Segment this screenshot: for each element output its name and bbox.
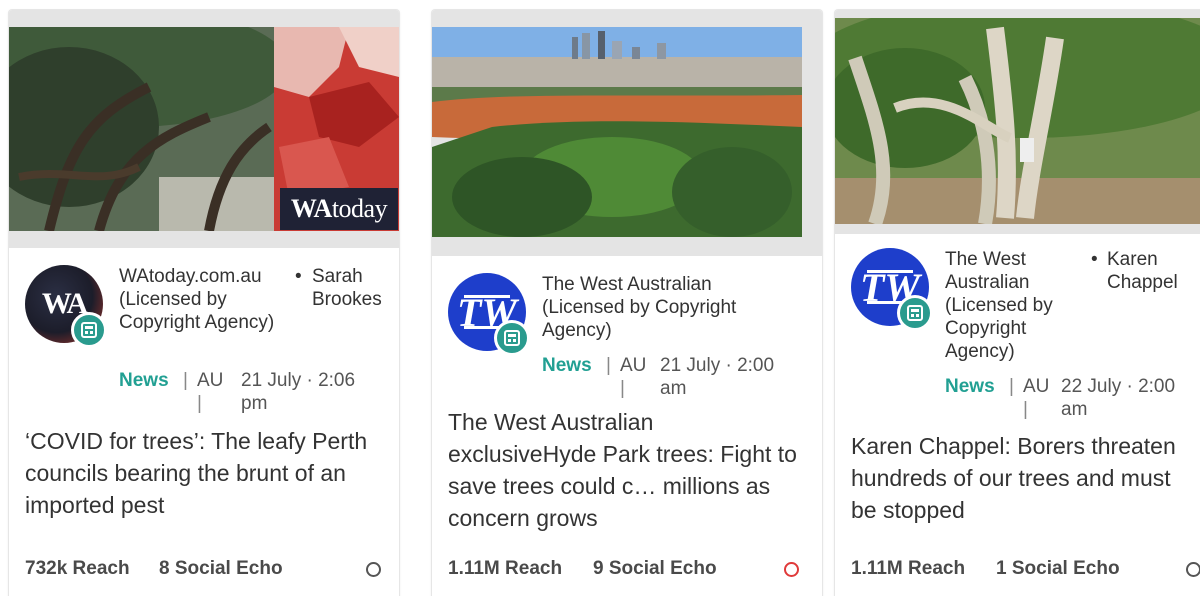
article-thumbnail[interactable]: WA today — [9, 27, 399, 231]
reach-count: 1.11M Reach — [448, 558, 563, 579]
author-name[interactable]: Sarah Brookes — [312, 265, 392, 311]
content-type: News — [542, 355, 592, 376]
status-circle-icon[interactable] — [366, 562, 381, 577]
article-headline[interactable]: The West Australian exclusiveHyde Park t… — [448, 406, 798, 534]
outlet-name[interactable]: The West Australian (Licensed by Copyrig… — [945, 248, 1085, 363]
watermark-logo: WA today — [280, 188, 398, 230]
social-echo-count[interactable]: 9 Social Echo — [593, 558, 717, 580]
article-card[interactable]: TW The West Australian (Licensed by Copy… — [835, 10, 1200, 596]
separator-pipe: | — [1023, 399, 1028, 420]
publish-date: 21 July · 2:00 am — [660, 355, 775, 399]
publish-date: 22 July · 2:00 am — [1061, 376, 1176, 420]
outlet-name[interactable]: WAtoday.com.au (Licensed by Copyright Ag… — [119, 265, 285, 334]
article-card[interactable]: WA today WA WAtoday.com.au (Licensed by C… — [9, 10, 399, 596]
reach-count: 732k Reach — [25, 558, 130, 579]
social-echo-count[interactable]: 1 Social Echo — [996, 558, 1120, 580]
status-circle-icon[interactable] — [1186, 562, 1200, 577]
article-thumbnail[interactable] — [835, 18, 1200, 224]
article-headline[interactable]: Karen Chappel: Borers threaten hundreds … — [851, 430, 1200, 526]
news-article-icon — [494, 320, 530, 356]
content-type: News — [119, 370, 169, 391]
content-type: News — [945, 376, 995, 397]
news-article-icon — [71, 312, 107, 348]
news-article-icon — [897, 295, 933, 331]
country-code: AU — [197, 370, 224, 391]
author-name[interactable]: Karen Chappel — [1107, 248, 1197, 294]
city-park-aerial-image — [432, 27, 802, 237]
reach-count: 1.11M Reach — [851, 558, 966, 579]
outlet-name[interactable]: The West Australian (Licensed by Copyrig… — [542, 273, 772, 342]
separator-dot: • — [295, 266, 302, 287]
country-code: AU — [1023, 376, 1050, 397]
thumbnail-frame: WA today — [9, 10, 399, 248]
article-card[interactable]: TW The West Australian (Licensed by Copy… — [432, 10, 822, 596]
park-trees-image — [835, 18, 1200, 224]
status-circle-icon[interactable] — [784, 562, 799, 577]
article-thumbnail[interactable] — [432, 27, 802, 237]
separator-pipe: | — [620, 378, 625, 399]
country-code: AU — [620, 355, 647, 376]
separator-pipe: | — [1009, 376, 1014, 397]
publish-date: 21 July · 2:06 pm — [241, 370, 356, 414]
separator-pipe: | — [197, 393, 202, 414]
separator-pipe: | — [183, 370, 188, 391]
article-headline[interactable]: ‘COVID for trees’: The leafy Perth counc… — [25, 425, 375, 521]
thumbnail-frame — [432, 10, 822, 256]
thumbnail-frame — [835, 10, 1200, 234]
separator-pipe: | — [606, 355, 611, 376]
separator-dot: • — [1091, 249, 1098, 270]
social-echo-count[interactable]: 8 Social Echo — [159, 558, 283, 580]
